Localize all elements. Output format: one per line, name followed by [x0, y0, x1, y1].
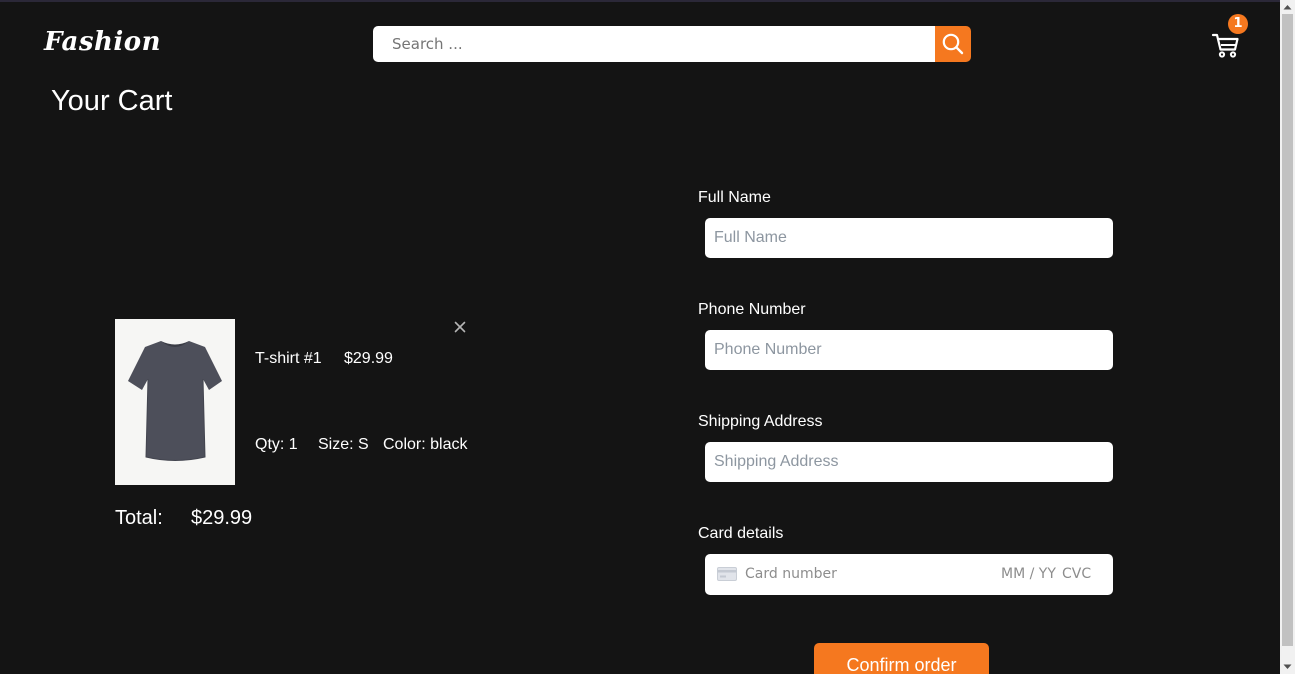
card-details-field[interactable]: Card number MM / YY CVC	[705, 554, 1113, 595]
phone-number-label: Phone Number	[698, 301, 806, 318]
shipping-address-input[interactable]	[705, 442, 1113, 482]
scrollbar-thumb[interactable]	[1282, 14, 1293, 646]
cart-item-qty: Qty: 1	[255, 436, 298, 453]
close-icon[interactable]	[452, 319, 468, 335]
card-expiry-input[interactable]: MM / YY	[1001, 566, 1056, 582]
product-image	[115, 319, 235, 485]
full-name-label: Full Name	[698, 189, 771, 206]
scroll-down-arrow-icon[interactable]	[1280, 660, 1295, 674]
full-name-input[interactable]	[705, 218, 1113, 258]
search-button[interactable]	[935, 26, 971, 62]
card-number-input[interactable]: Card number	[745, 566, 837, 582]
vertical-scrollbar[interactable]	[1280, 0, 1295, 674]
page: Fashion 1 Your Cart T-shirt #1 $29.99 Qt…	[0, 0, 1295, 674]
shopping-cart-icon[interactable]	[1211, 30, 1241, 60]
search-icon	[942, 33, 964, 55]
card-details-label: Card details	[698, 525, 784, 542]
cart-item-price: $29.99	[344, 350, 393, 367]
cart-item-size: Size: S	[318, 436, 369, 453]
credit-card-icon	[717, 567, 737, 581]
total-value: $29.99	[191, 507, 253, 529]
search-bar	[373, 26, 971, 62]
scroll-up-arrow-icon[interactable]	[1280, 0, 1295, 14]
search-input[interactable]	[373, 26, 935, 62]
page-title: Your Cart	[51, 85, 173, 117]
confirm-order-button[interactable]: Confirm order	[814, 643, 989, 674]
site-logo[interactable]: Fashion	[44, 26, 161, 58]
shipping-address-label: Shipping Address	[698, 413, 823, 430]
card-cvc-input[interactable]: CVC	[1062, 566, 1091, 582]
t-shirt-image	[128, 341, 222, 461]
cart-item-name: T-shirt #1	[255, 350, 322, 367]
top-border	[0, 0, 1295, 2]
total-label: Total:	[115, 507, 163, 529]
cart-item-color: Color: black	[383, 436, 468, 453]
cart-count-badge: 1	[1228, 14, 1248, 34]
phone-number-input[interactable]	[705, 330, 1113, 370]
